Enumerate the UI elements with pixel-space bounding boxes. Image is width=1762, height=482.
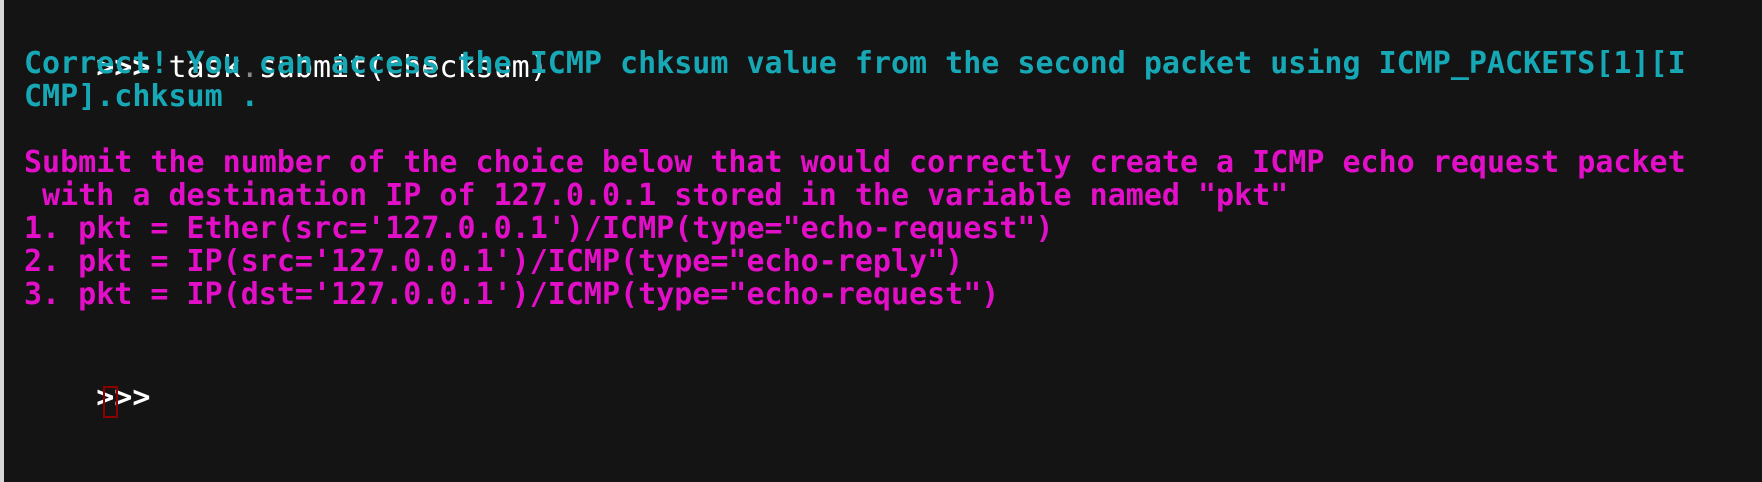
command-line: >>> task.submit(checksum)	[24, 12, 548, 85]
response-line: CMP].chksum .	[24, 79, 259, 114]
response-line: Correct! You can access the ICMP chksum …	[24, 46, 1686, 81]
question-line: Submit the number of the choice below th…	[24, 145, 1686, 180]
choice-1: 1. pkt = Ether(src='127.0.0.1')/ICMP(typ…	[24, 211, 1054, 246]
text-cursor[interactable]	[103, 386, 118, 418]
terminal-window[interactable]: >>> task.submit(checksum) Correct! You c…	[0, 0, 1762, 482]
choice-2: 2. pkt = IP(src='127.0.0.1')/ICMP(type="…	[24, 244, 964, 279]
question-line: with a destination IP of 127.0.0.1 store…	[24, 178, 1289, 213]
input-line[interactable]: >>>	[24, 342, 150, 415]
choice-3: 3. pkt = IP(dst='127.0.0.1')/ICMP(type="…	[24, 277, 1000, 312]
